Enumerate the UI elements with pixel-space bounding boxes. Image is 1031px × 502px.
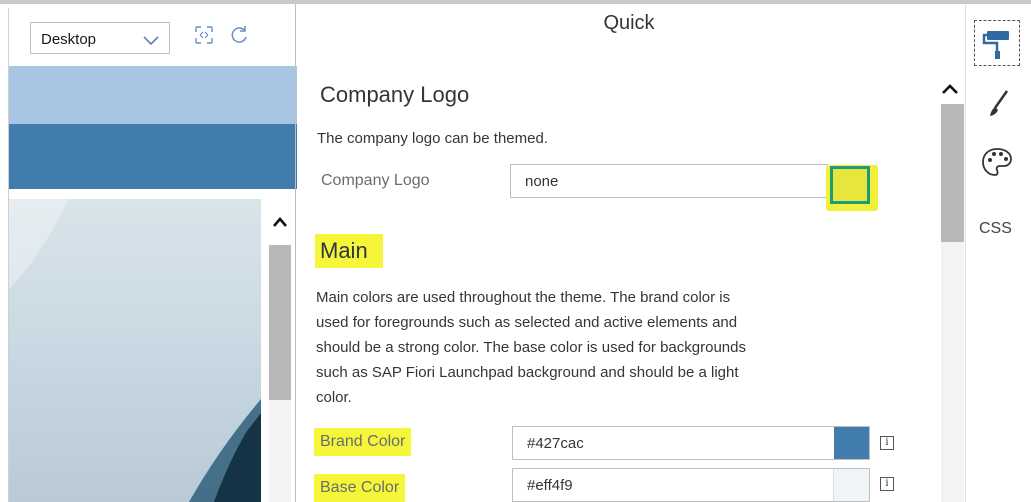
preview-toolbar: Desktop xyxy=(9,8,297,66)
main-description-line-2: used for foregrounds such as selected an… xyxy=(316,314,738,331)
palette-icon[interactable] xyxy=(980,145,1014,179)
brand-color-swatch[interactable] xyxy=(834,427,869,459)
brand-color-input[interactable]: #427cac xyxy=(512,426,870,460)
brand-color-label: Brand Color xyxy=(314,428,412,456)
preview-shell-header xyxy=(9,66,297,124)
company-logo-input[interactable]: none xyxy=(510,164,828,198)
company-logo-field-label: Company Logo xyxy=(321,172,430,189)
base-color-info-icon[interactable]: i xyxy=(880,477,894,491)
main-description-line-5: color. xyxy=(316,389,352,406)
paint-roller-icon[interactable] xyxy=(974,20,1020,66)
panel-scrollbar-thumb[interactable] xyxy=(941,104,964,242)
window-top-border xyxy=(0,0,1031,4)
preview-scroll-up-icon[interactable] xyxy=(272,215,288,233)
logo-picker-button[interactable] xyxy=(830,166,870,204)
main-description-line-4: such as SAP Fiori Launchpad background a… xyxy=(316,364,739,381)
preview-background-image xyxy=(9,199,261,502)
main-description-line-1: Main colors are used throughout the them… xyxy=(316,289,731,306)
preview-spacer xyxy=(9,189,297,199)
main-section-title: Main xyxy=(320,238,368,263)
fit-to-screen-icon[interactable] xyxy=(193,24,215,51)
brush-icon[interactable] xyxy=(983,88,1015,120)
base-color-swatch[interactable] xyxy=(833,469,869,501)
panel-title: Quick xyxy=(603,12,655,34)
preview-pane: Desktop xyxy=(8,8,297,502)
base-color-value: #eff4f9 xyxy=(527,477,573,494)
tool-sidebar-border xyxy=(965,4,966,502)
company-logo-description: The company logo can be themed. xyxy=(317,130,548,147)
main-description-line-3: should be a strong color. The base color… xyxy=(316,339,746,356)
base-color-label: Base Color xyxy=(314,474,406,502)
company-logo-value: none xyxy=(525,173,559,190)
preview-scrollbar-thumb[interactable] xyxy=(269,245,291,400)
brand-color-info-icon[interactable]: i xyxy=(880,436,894,450)
device-select-value: Desktop xyxy=(41,31,97,48)
css-tool-button[interactable]: CSS xyxy=(979,220,1012,238)
panel-scroll-up-icon[interactable] xyxy=(941,82,959,100)
pane-divider xyxy=(295,4,296,502)
refresh-icon[interactable] xyxy=(228,24,250,51)
chevron-down-icon xyxy=(143,33,159,51)
brand-color-value: #427cac xyxy=(527,435,584,452)
device-select[interactable]: Desktop xyxy=(30,22,170,54)
company-logo-section-title: Company Logo xyxy=(320,82,470,107)
preview-shell-bar xyxy=(9,124,297,189)
base-color-input[interactable]: #eff4f9 xyxy=(512,468,870,502)
